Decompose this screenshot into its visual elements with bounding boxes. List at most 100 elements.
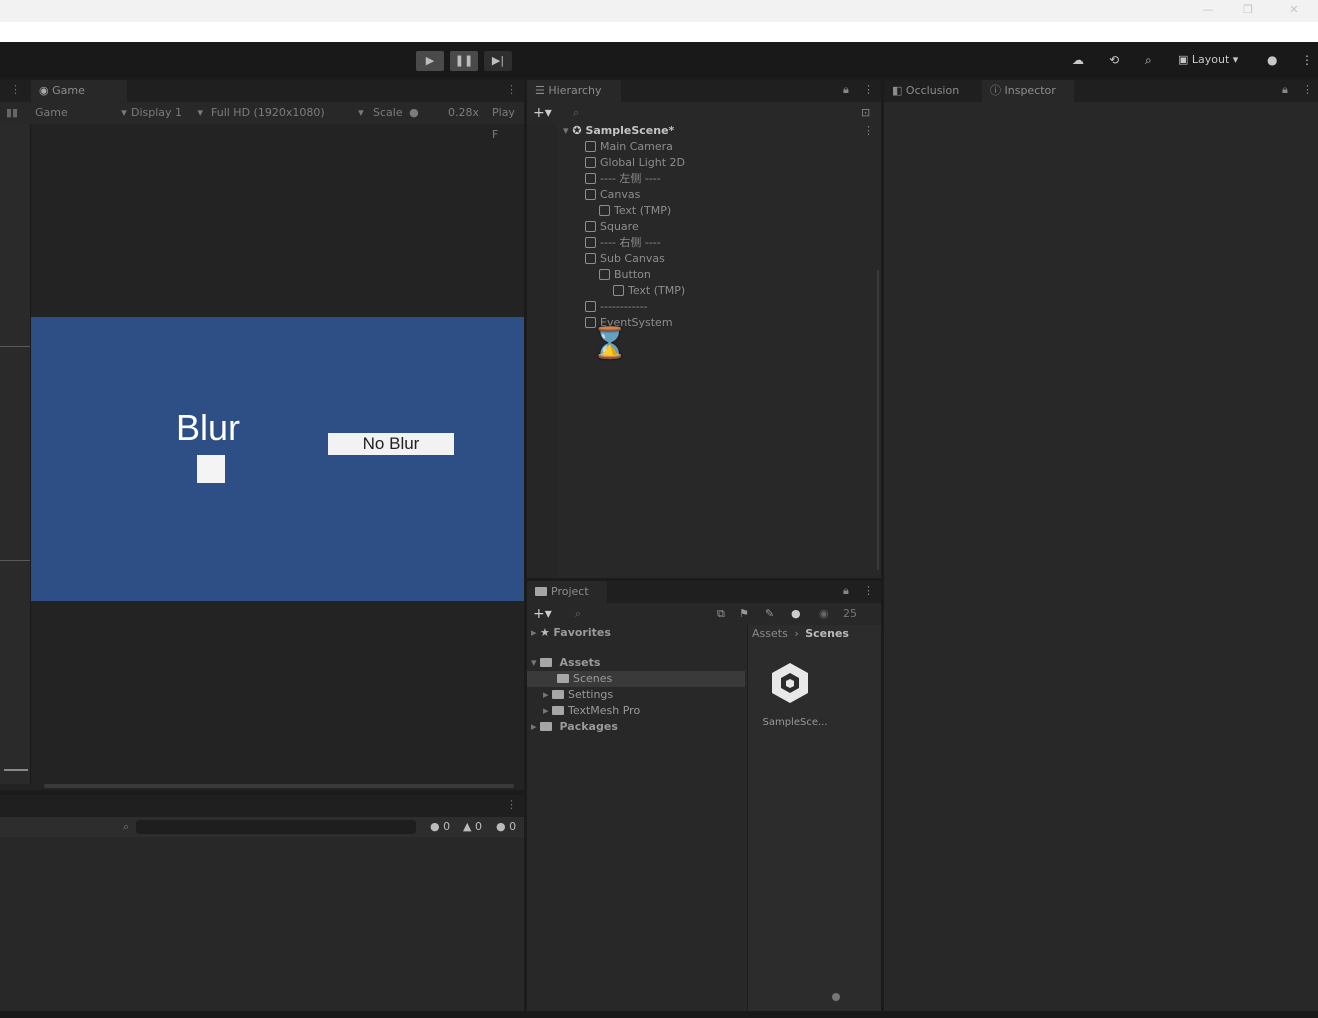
console-search-input[interactable] — [136, 820, 416, 834]
layout-dropdown[interactable]: ▣ Layout ▾ — [1178, 53, 1238, 66]
project-asset-area: Assets › Scenes SampleSce... — [748, 625, 881, 1011]
hierarchy-item-label: Square — [600, 220, 639, 233]
game-sidebar-toggle[interactable]: ▮▮ — [6, 102, 18, 124]
scene-row[interactable]: ▾ ✪ SampleScene* — [563, 123, 674, 139]
game-mode-dropdown[interactable]: Game ▾ — [35, 102, 127, 124]
hierarchy-item[interactable]: Main Camera — [585, 139, 673, 155]
restore-icon[interactable]: ❐ — [1238, 3, 1258, 17]
gameobject-icon — [585, 301, 596, 312]
console-panel: ⋮ ⌕ ● 0 ▲ 0 ● 0 — [0, 795, 524, 1018]
cloud-icon[interactable]: ☁ — [1072, 53, 1084, 67]
hierarchy-item[interactable]: Text (TMP) — [599, 203, 671, 219]
create-button[interactable]: +▾ — [533, 102, 552, 124]
hierarchy-search-icon: ⌕ — [573, 106, 580, 119]
hierarchy-item[interactable]: ---- 左侧 ---- — [585, 171, 661, 187]
tab-game[interactable]: ◉ Game — [31, 80, 127, 102]
tab-game-label: Game — [52, 84, 85, 97]
gutter-marker — [4, 769, 28, 771]
scene-visibility-icon[interactable]: ⊡ — [861, 102, 870, 124]
gameobject-icon — [585, 189, 596, 200]
project-options-icon[interactable]: ⋮ — [863, 584, 874, 597]
game-scrollbar[interactable] — [44, 784, 514, 788]
history-icon[interactable]: ⟲ — [1109, 53, 1119, 67]
hidden-packages-icon[interactable]: ● — [791, 603, 801, 625]
scene-asset-tile[interactable] — [766, 659, 814, 707]
close-icon[interactable]: ✕ — [1284, 3, 1304, 17]
packages-row[interactable]: ▸ Packages — [531, 719, 618, 735]
hierarchy-item[interactable]: Sub Canvas — [585, 251, 665, 267]
console-info-toggle[interactable]: ● 0 — [430, 820, 450, 833]
tab-hierarchy[interactable]: ☰ Hierarchy — [527, 80, 621, 102]
gutter-divider — [0, 560, 30, 561]
folder-row-settings[interactable]: ▸ Settings — [543, 687, 613, 703]
game-mode-label: Game — [35, 106, 68, 119]
minimize-icon[interactable]: — — [1198, 3, 1218, 17]
hierarchy-item[interactable]: ------------ — [585, 299, 648, 315]
panel-menu-icon[interactable]: ⋮ — [10, 83, 21, 96]
inspector-options-icon[interactable]: ⋮ — [1302, 83, 1313, 96]
hierarchy-toolbar: +▾ ⌕ ⊡ — [527, 102, 881, 124]
hierarchy-item[interactable]: Square — [585, 219, 639, 235]
info-count: 0 — [443, 820, 451, 833]
inspector-lock-icon[interactable]: 🔒︎ — [1282, 83, 1288, 97]
tab-project[interactable]: Project — [527, 581, 607, 603]
hierarchy-item-label: Main Camera — [600, 140, 673, 153]
breadcrumb-scenes[interactable]: Scenes — [805, 627, 849, 640]
star-filter-icon[interactable]: ✎ — [765, 603, 774, 625]
pause-button[interactable]: ❚❚ — [450, 51, 478, 71]
tab-inspector[interactable]: ⓘ Inspector — [982, 80, 1074, 102]
hierarchy-item-label: Text (TMP) — [614, 204, 672, 217]
folder-row-scenes[interactable]: Scenes — [557, 671, 612, 687]
console-error-toggle[interactable]: ● 0 — [496, 820, 516, 833]
favorites-row[interactable]: ▸ ★ Favorites — [531, 625, 611, 641]
gameobject-icon — [599, 205, 610, 216]
hierarchy-item[interactable]: Text (TMP) — [613, 283, 685, 299]
breadcrumb-assets[interactable]: Assets — [752, 627, 788, 640]
hierarchy-item[interactable]: Button — [599, 267, 651, 283]
play-focused-dropdown[interactable]: Play F — [492, 102, 524, 146]
scale-slider[interactable]: Scale ● — [373, 102, 419, 124]
game-subtoolbar: ▮▮ Game ▾ Display 1 ▾ Full HD (1920x1080… — [0, 102, 524, 141]
resolution-dropdown[interactable]: Full HD (1920x1080) ▾ — [211, 102, 364, 124]
game-canvas[interactable]: Blur No Blur — [31, 317, 524, 601]
lock-icon[interactable]: 🔒︎ — [843, 83, 849, 97]
tab-occlusion[interactable]: ◧ Occlusion — [884, 80, 982, 102]
project-create-button[interactable]: +▾ — [533, 603, 552, 625]
assets-label: Assets — [559, 656, 601, 669]
project-breadcrumb: Assets › Scenes — [752, 627, 849, 640]
hierarchy-item[interactable]: Canvas — [585, 187, 640, 203]
console-warning-toggle[interactable]: ▲ 0 — [463, 820, 482, 833]
scene-options-icon[interactable]: ⋮ — [863, 124, 874, 137]
layout-label: Layout — [1191, 53, 1230, 66]
play-button[interactable]: ▶ — [416, 51, 444, 71]
folder-icon — [540, 722, 553, 731]
search-icon[interactable]: ⌕ — [1145, 53, 1152, 68]
console-options-icon[interactable]: ⋮ — [506, 798, 517, 811]
zoom-slider-handle[interactable] — [832, 993, 840, 1001]
hierarchy-scrollbar[interactable] — [877, 270, 879, 570]
step-button[interactable]: ▶| — [484, 51, 512, 71]
panel-options-icon[interactable]: ⋮ — [506, 83, 517, 96]
help-icon[interactable]: ● — [1267, 53, 1277, 67]
square-sprite — [197, 455, 225, 483]
hierarchy-item[interactable]: Global Light 2D — [585, 155, 685, 171]
project-lock-icon[interactable]: 🔒︎ — [843, 584, 849, 598]
display-dropdown[interactable]: Display 1 ▾ — [131, 102, 203, 124]
window-titlebar: — ❐ ✕ — [0, 0, 1318, 23]
hierarchy-item-label: ---- 右侧 ---- — [600, 236, 661, 249]
assets-row[interactable]: ▾ Assets — [531, 655, 600, 671]
eye-icon[interactable]: ◉ — [819, 603, 829, 625]
folder-label: Settings — [568, 688, 614, 701]
folder-icon — [552, 690, 565, 699]
filter-type-icon[interactable]: ⧉ — [717, 603, 725, 625]
filter-label-icon[interactable]: ⚑ — [739, 603, 749, 625]
hierarchy-gutter — [527, 124, 557, 578]
hierarchy-item[interactable]: ---- 右侧 ---- — [585, 235, 661, 251]
hierarchy-options-icon[interactable]: ⋮ — [863, 83, 874, 96]
no-blur-button[interactable]: No Blur — [328, 433, 454, 455]
more-icon[interactable]: ⋮ — [1301, 53, 1313, 67]
project-toolbar: +▾ ⌕ ⧉ ⚑ ✎ ● ◉ 25 — [527, 603, 881, 625]
console-toolbar: ⌕ ● 0 ▲ 0 ● 0 — [0, 817, 524, 837]
folder-row-textmeshpro[interactable]: ▸ TextMesh Pro — [543, 703, 640, 719]
status-bar — [0, 1011, 1318, 1018]
